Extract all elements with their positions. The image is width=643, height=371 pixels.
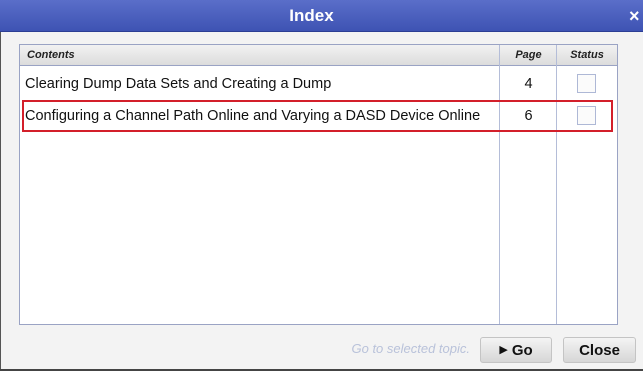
table-header: Contents Page Status: [20, 45, 617, 66]
status-checkbox[interactable]: [577, 74, 596, 93]
close-icon[interactable]: ×: [629, 0, 643, 32]
row-contents[interactable]: Configuring a Channel Path Online and Va…: [25, 101, 497, 131]
close-button[interactable]: Close: [563, 337, 636, 363]
index-table: Contents Page Status Clearing Dump Data …: [19, 44, 618, 325]
table-row-selected[interactable]: Configuring a Channel Path Online and Va…: [20, 101, 617, 131]
go-button[interactable]: ▶ Go: [480, 337, 552, 363]
table-row[interactable]: Clearing Dump Data Sets and Creating a D…: [20, 69, 617, 99]
index-dialog: Index × Contents Page Status Clearing Du…: [0, 0, 643, 371]
row-page: 4: [524, 76, 533, 92]
row-page: 6: [524, 108, 533, 124]
column-header-contents[interactable]: Contents: [27, 45, 75, 65]
window-frame-left: [0, 32, 1, 371]
go-button-label: Go: [511, 342, 533, 359]
dialog-title: Index: [289, 6, 334, 25]
column-header-page[interactable]: Page: [500, 45, 557, 65]
row-contents[interactable]: Clearing Dump Data Sets and Creating a D…: [25, 69, 497, 99]
title-bar: Index ×: [0, 0, 643, 32]
go-hint-text: Go to selected topic.: [351, 341, 470, 356]
status-checkbox[interactable]: [577, 106, 596, 125]
column-header-status[interactable]: Status: [557, 45, 617, 65]
play-arrow-icon: ▶: [499, 344, 508, 357]
